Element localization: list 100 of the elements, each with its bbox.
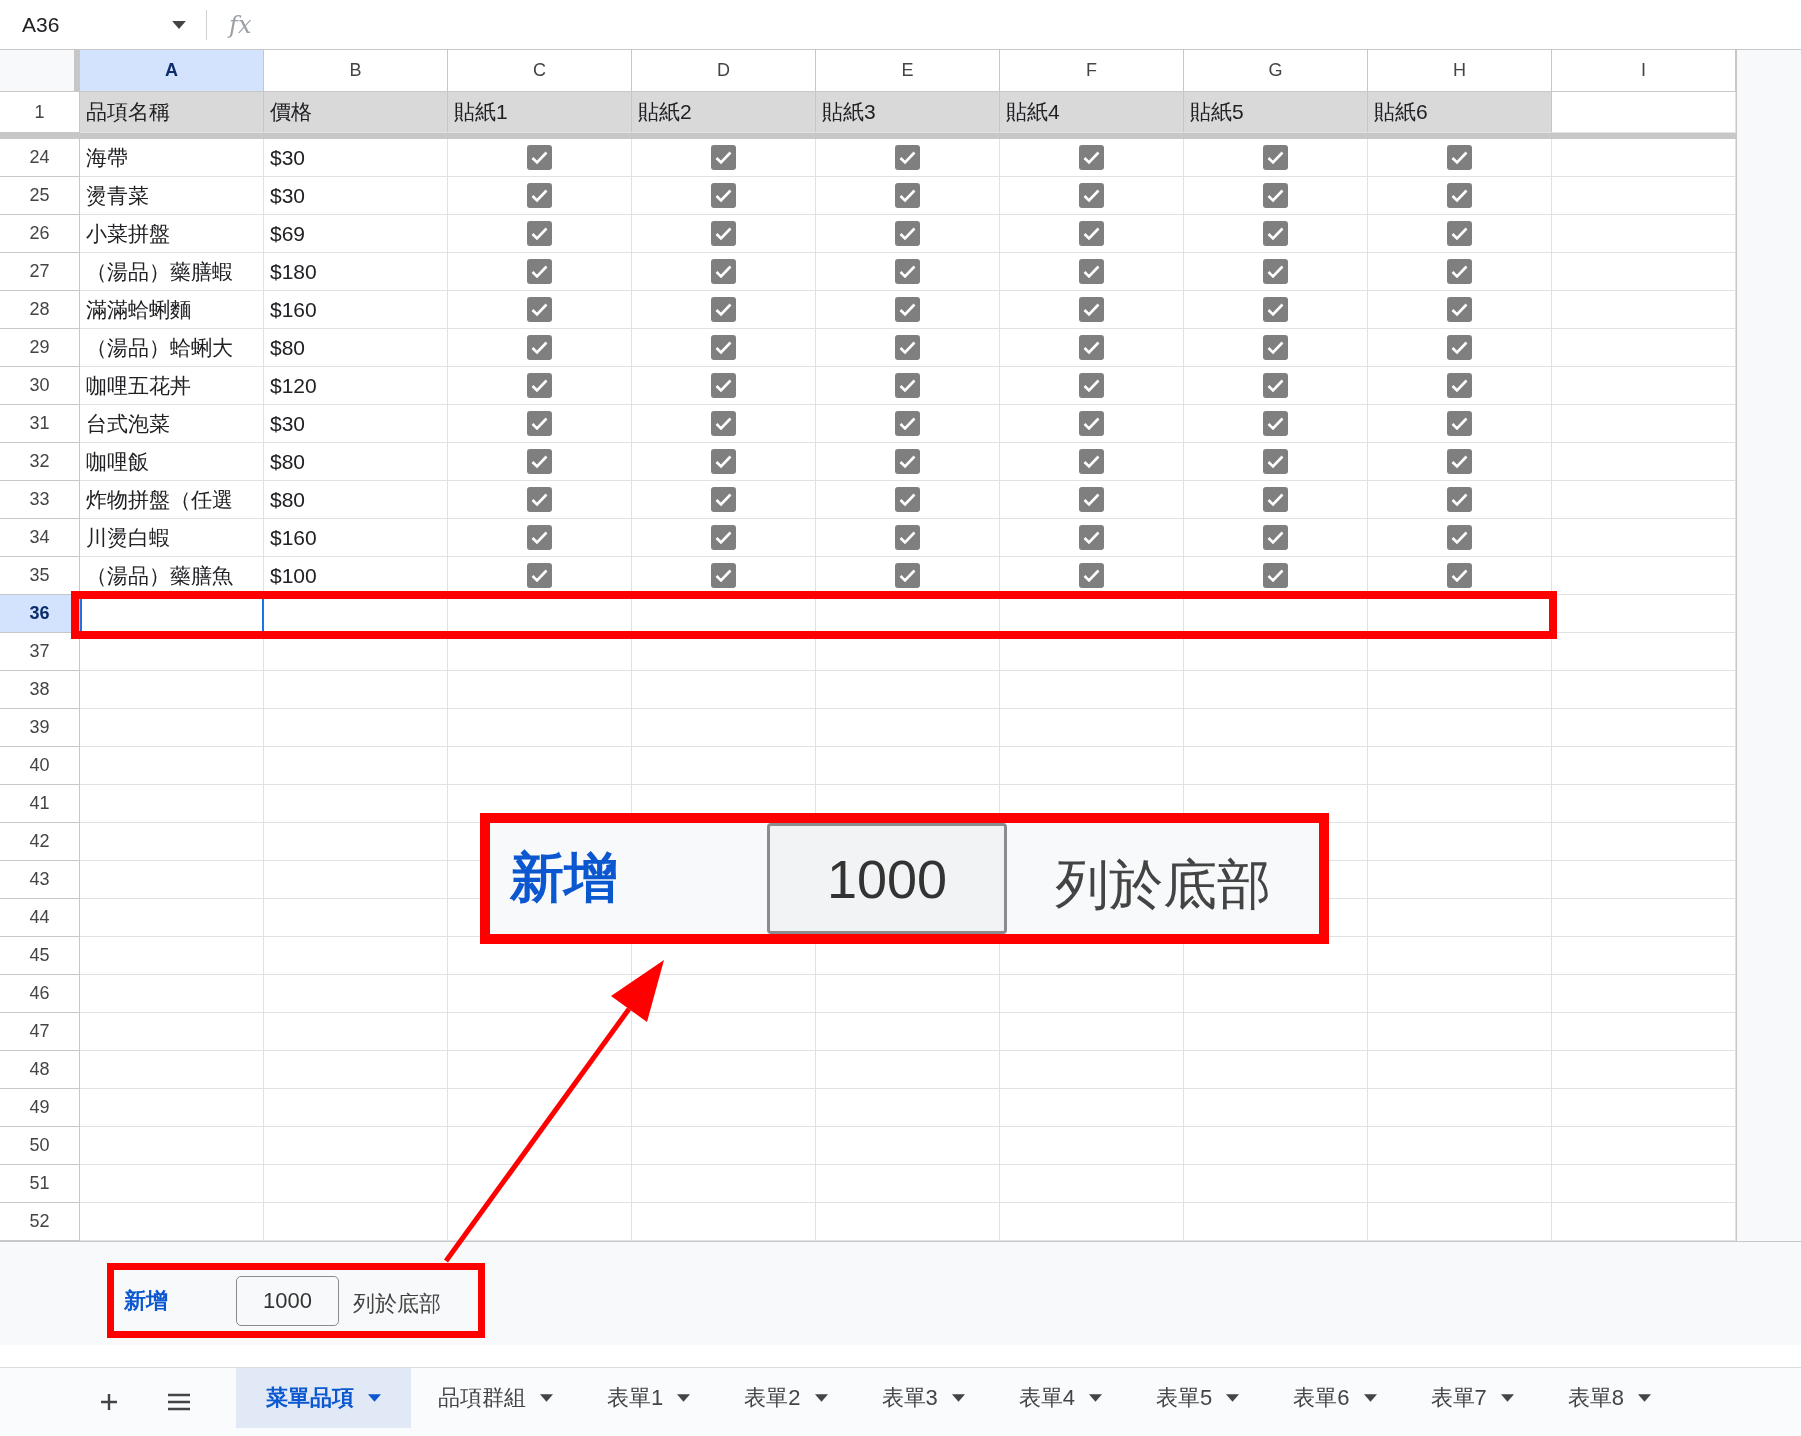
empty-cell[interactable]: [1000, 1089, 1184, 1127]
empty-cell[interactable]: [1368, 747, 1552, 785]
empty-cell[interactable]: [1368, 937, 1552, 975]
column-header[interactable]: B: [264, 50, 448, 92]
checked-checkbox[interactable]: [1446, 448, 1473, 475]
empty-cell[interactable]: [632, 709, 816, 747]
caret-icon[interactable]: [1089, 1394, 1102, 1402]
column-header[interactable]: D: [632, 50, 816, 92]
row-header[interactable]: 40: [0, 747, 80, 785]
empty-cell[interactable]: [1000, 1127, 1184, 1165]
select-all-corner[interactable]: [0, 50, 80, 92]
empty-cell[interactable]: [1184, 1165, 1368, 1203]
column-header[interactable]: E: [816, 50, 1000, 92]
checked-checkbox[interactable]: [894, 334, 921, 361]
empty-cell[interactable]: [448, 1165, 632, 1203]
caret-icon[interactable]: [1363, 1394, 1377, 1402]
checked-checkbox[interactable]: [526, 144, 553, 171]
empty-cell[interactable]: [1552, 937, 1736, 975]
sheet-tab[interactable]: 表單3: [854, 1368, 992, 1428]
empty-cell[interactable]: [264, 785, 448, 823]
empty-cell[interactable]: [1552, 975, 1736, 1013]
empty-cell[interactable]: [1368, 1051, 1552, 1089]
empty-cell[interactable]: [632, 1051, 816, 1089]
empty-cell[interactable]: [1552, 443, 1736, 481]
checked-checkbox[interactable]: [1262, 334, 1289, 361]
row-header[interactable]: 46: [0, 975, 80, 1013]
row-header[interactable]: 47: [0, 1013, 80, 1051]
empty-cell[interactable]: [1552, 633, 1736, 671]
sheet-tab[interactable]: 表單4: [991, 1368, 1129, 1428]
checked-checkbox[interactable]: [894, 144, 921, 171]
row-header[interactable]: 48: [0, 1051, 80, 1089]
checked-checkbox[interactable]: [894, 372, 921, 399]
row-header[interactable]: 35: [0, 557, 80, 595]
checked-checkbox[interactable]: [1262, 562, 1289, 589]
checked-checkbox[interactable]: [526, 220, 553, 247]
row-header[interactable]: 42: [0, 823, 80, 861]
empty-cell[interactable]: [448, 1127, 632, 1165]
row-header[interactable]: 50: [0, 1127, 80, 1165]
empty-cell[interactable]: [1184, 975, 1368, 1013]
checked-checkbox[interactable]: [894, 220, 921, 247]
checked-checkbox[interactable]: [1078, 182, 1105, 209]
checked-checkbox[interactable]: [1262, 144, 1289, 171]
checked-checkbox[interactable]: [526, 486, 553, 513]
row-header[interactable]: 25: [0, 177, 80, 215]
empty-cell[interactable]: [264, 899, 448, 937]
empty-cell[interactable]: [1368, 1089, 1552, 1127]
checked-checkbox[interactable]: [1262, 486, 1289, 513]
row-header[interactable]: 43: [0, 861, 80, 899]
caret-icon[interactable]: [540, 1394, 553, 1402]
empty-cell[interactable]: [448, 1013, 632, 1051]
caret-icon[interactable]: [1638, 1394, 1651, 1402]
checked-checkbox[interactable]: [526, 182, 553, 209]
empty-cell[interactable]: [1552, 177, 1736, 215]
checked-checkbox[interactable]: [710, 372, 737, 399]
caret-icon[interactable]: [1226, 1394, 1240, 1402]
empty-cell[interactable]: [448, 747, 632, 785]
column-header[interactable]: G: [1184, 50, 1368, 92]
column-header[interactable]: A: [80, 50, 264, 92]
empty-cell[interactable]: [264, 671, 448, 709]
empty-cell[interactable]: [448, 709, 632, 747]
checked-checkbox[interactable]: [894, 258, 921, 285]
empty-cell[interactable]: [1368, 861, 1552, 899]
checked-checkbox[interactable]: [710, 182, 737, 209]
empty-cell[interactable]: [1552, 1051, 1736, 1089]
caret-icon[interactable]: [677, 1394, 691, 1402]
empty-cell[interactable]: [1184, 1013, 1368, 1051]
empty-cell[interactable]: [264, 823, 448, 861]
empty-cell[interactable]: [816, 671, 1000, 709]
checked-checkbox[interactable]: [1446, 410, 1473, 437]
empty-cell[interactable]: [1000, 671, 1184, 709]
caret-icon[interactable]: [814, 1394, 828, 1402]
empty-cell[interactable]: [1552, 823, 1736, 861]
empty-cell[interactable]: [816, 1089, 1000, 1127]
empty-cell[interactable]: [1552, 747, 1736, 785]
row-header[interactable]: 27: [0, 253, 80, 291]
empty-cell[interactable]: [1552, 861, 1736, 899]
caret-icon[interactable]: [172, 20, 186, 29]
empty-cell[interactable]: [1552, 253, 1736, 291]
empty-cell[interactable]: [264, 937, 448, 975]
empty-cell[interactable]: [816, 747, 1000, 785]
checked-checkbox[interactable]: [710, 486, 737, 513]
empty-cell[interactable]: [1000, 1165, 1184, 1203]
row-count-field[interactable]: 1000: [236, 1275, 339, 1326]
empty-cell[interactable]: [1368, 785, 1552, 823]
empty-cell[interactable]: [1552, 785, 1736, 823]
empty-cell[interactable]: [1000, 1013, 1184, 1051]
empty-cell[interactable]: [632, 747, 816, 785]
empty-cell[interactable]: [1368, 1165, 1552, 1203]
checked-checkbox[interactable]: [1078, 486, 1105, 513]
column-header[interactable]: F: [1000, 50, 1184, 92]
row-header[interactable]: 38: [0, 671, 80, 709]
empty-cell[interactable]: [816, 1165, 1000, 1203]
empty-cell[interactable]: [448, 1051, 632, 1089]
empty-cell[interactable]: [1552, 709, 1736, 747]
checked-checkbox[interactable]: [1078, 448, 1105, 475]
empty-cell[interactable]: [264, 1089, 448, 1127]
row-header[interactable]: 1: [0, 92, 80, 133]
empty-cell[interactable]: [816, 1127, 1000, 1165]
empty-cell[interactable]: [632, 1165, 816, 1203]
checked-checkbox[interactable]: [1262, 258, 1289, 285]
